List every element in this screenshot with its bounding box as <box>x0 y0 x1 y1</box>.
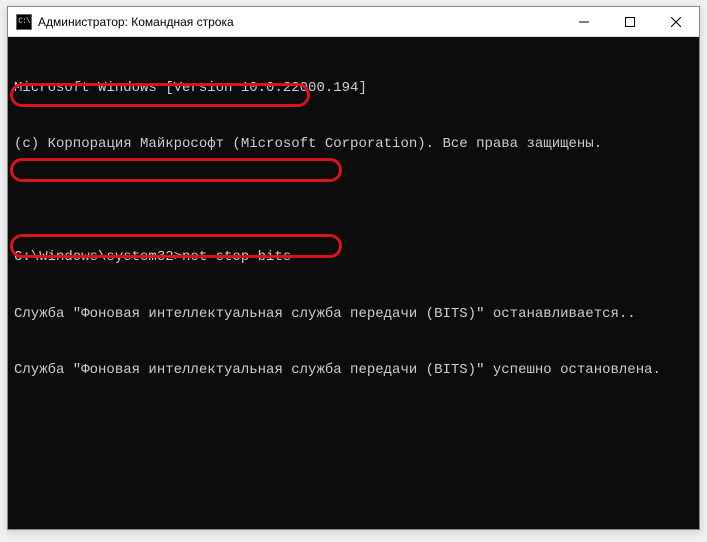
window-title: Администратор: Командная строка <box>38 15 561 29</box>
titlebar[interactable]: C:\ Администратор: Командная строка <box>8 7 699 37</box>
window-controls <box>561 7 699 36</box>
minimize-button[interactable] <box>561 7 607 36</box>
minimize-icon <box>579 17 589 27</box>
terminal-area[interactable]: Microsoft Windows [Version 10.0.22000.19… <box>8 37 699 529</box>
terminal-line: Служба "Фоновая интеллектуальная служба … <box>14 361 693 380</box>
blank-line <box>14 418 693 436</box>
maximize-icon <box>625 17 635 27</box>
blank-line <box>14 474 693 492</box>
cmd-icon: C:\ <box>16 14 32 30</box>
terminal-line: Microsoft Windows [Version 10.0.22000.19… <box>14 79 693 98</box>
close-button[interactable] <box>653 7 699 36</box>
terminal-line: (c) Корпорация Майкрософт (Microsoft Cor… <box>14 135 693 154</box>
highlight-annotation <box>10 158 342 182</box>
maximize-button[interactable] <box>607 7 653 36</box>
close-icon <box>671 17 681 27</box>
prompt-line: C:\Windows\system32>net stop bits <box>14 248 693 267</box>
terminal-line: Служба "Фоновая интеллектуальная служба … <box>14 305 693 324</box>
blank-line <box>14 192 693 210</box>
command-prompt-window: C:\ Администратор: Командная строка Micr… <box>7 6 700 530</box>
